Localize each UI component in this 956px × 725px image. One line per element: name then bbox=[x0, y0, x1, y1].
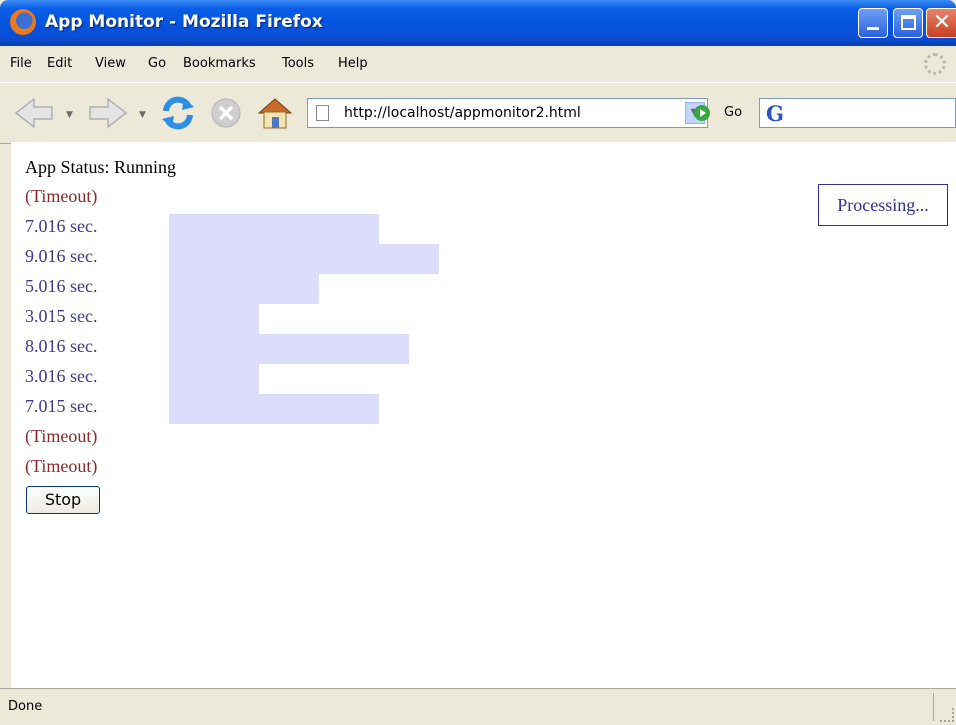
timing-row: 7.015 sec. bbox=[25, 396, 98, 416]
browser-window: App Monitor - Mozilla Firefox ✕ File Edi… bbox=[0, 0, 956, 724]
timeout-row: (Timeout) bbox=[25, 426, 98, 446]
close-icon: ✕ bbox=[932, 10, 952, 35]
search-box[interactable]: G bbox=[759, 98, 956, 128]
stop-button[interactable]: Stop bbox=[26, 486, 100, 514]
title-bar[interactable]: App Monitor - Mozilla Firefox ✕ bbox=[0, 0, 956, 46]
timeout-row: (Timeout) bbox=[25, 186, 98, 206]
timing-row: 8.016 sec. bbox=[25, 336, 98, 356]
activity-throbber-icon bbox=[924, 53, 946, 75]
back-arrow-icon bbox=[14, 97, 53, 129]
timing-bar bbox=[169, 334, 409, 364]
processing-indicator: Processing... bbox=[818, 184, 948, 226]
menu-bar: File Edit View Go Bookmarks Tools Help bbox=[4, 49, 952, 79]
timing-bar bbox=[169, 214, 379, 244]
menu-bookmarks[interactable]: Bookmarks bbox=[183, 56, 256, 71]
timing-bar bbox=[169, 274, 319, 304]
timing-row: 3.015 sec. bbox=[25, 306, 98, 326]
page-content: App Status: Running (Timeout) 7.016 sec. 9… bbox=[11, 142, 956, 688]
stop-loading-icon bbox=[211, 98, 241, 128]
forward-history-dropdown-icon[interactable]: ▼ bbox=[139, 110, 146, 120]
window-title: App Monitor - Mozilla Firefox bbox=[45, 12, 323, 32]
maximize-button[interactable] bbox=[893, 8, 923, 38]
timing-row: 5.016 sec. bbox=[25, 276, 98, 296]
timing-bar bbox=[169, 244, 439, 274]
firefox-icon bbox=[10, 9, 36, 35]
menu-help[interactable]: Help bbox=[338, 56, 368, 71]
page-icon bbox=[316, 105, 329, 121]
url-input[interactable]: http://localhost/appmonitor2.html bbox=[344, 105, 581, 121]
minimize-button[interactable] bbox=[858, 8, 888, 38]
home-button[interactable] bbox=[255, 95, 295, 131]
home-icon bbox=[257, 98, 293, 129]
forward-button[interactable] bbox=[86, 95, 130, 131]
navigation-toolbar: ▼ ▼ http://localhost/appmonitor2.html Go… bbox=[0, 82, 956, 144]
menu-edit[interactable]: Edit bbox=[47, 56, 72, 71]
menu-tools[interactable]: Tools bbox=[282, 56, 314, 71]
back-history-dropdown-icon[interactable]: ▼ bbox=[66, 110, 73, 120]
forward-arrow-icon bbox=[89, 97, 128, 129]
status-bar-divider bbox=[933, 693, 934, 721]
timing-bar bbox=[169, 364, 259, 394]
resize-grip-icon[interactable] bbox=[940, 708, 954, 722]
reload-button[interactable] bbox=[158, 95, 198, 131]
menu-file[interactable]: File bbox=[10, 56, 32, 71]
minimize-icon bbox=[867, 27, 879, 30]
timing-bar bbox=[169, 304, 259, 334]
status-bar: Done bbox=[0, 688, 956, 725]
go-icon[interactable] bbox=[694, 105, 710, 121]
close-button[interactable]: ✕ bbox=[926, 8, 956, 38]
timing-bar bbox=[169, 394, 379, 424]
url-bar[interactable]: http://localhost/appmonitor2.html ▼ bbox=[307, 98, 708, 128]
menu-view[interactable]: View bbox=[95, 56, 126, 71]
reload-icon bbox=[162, 96, 194, 130]
status-bar-text: Done bbox=[8, 699, 43, 714]
timeout-row: (Timeout) bbox=[25, 456, 98, 476]
google-search-icon[interactable]: G bbox=[766, 101, 784, 126]
timing-row: 7.016 sec. bbox=[25, 216, 98, 236]
go-button[interactable]: Go bbox=[724, 105, 742, 120]
timing-row: 3.016 sec. bbox=[25, 366, 98, 386]
back-button[interactable] bbox=[12, 95, 56, 131]
timing-row: 9.016 sec. bbox=[25, 246, 98, 266]
stop-loading-button[interactable] bbox=[208, 95, 244, 131]
app-status-text: App Status: Running bbox=[25, 157, 177, 177]
menu-go[interactable]: Go bbox=[148, 56, 166, 71]
maximize-icon bbox=[901, 15, 916, 30]
